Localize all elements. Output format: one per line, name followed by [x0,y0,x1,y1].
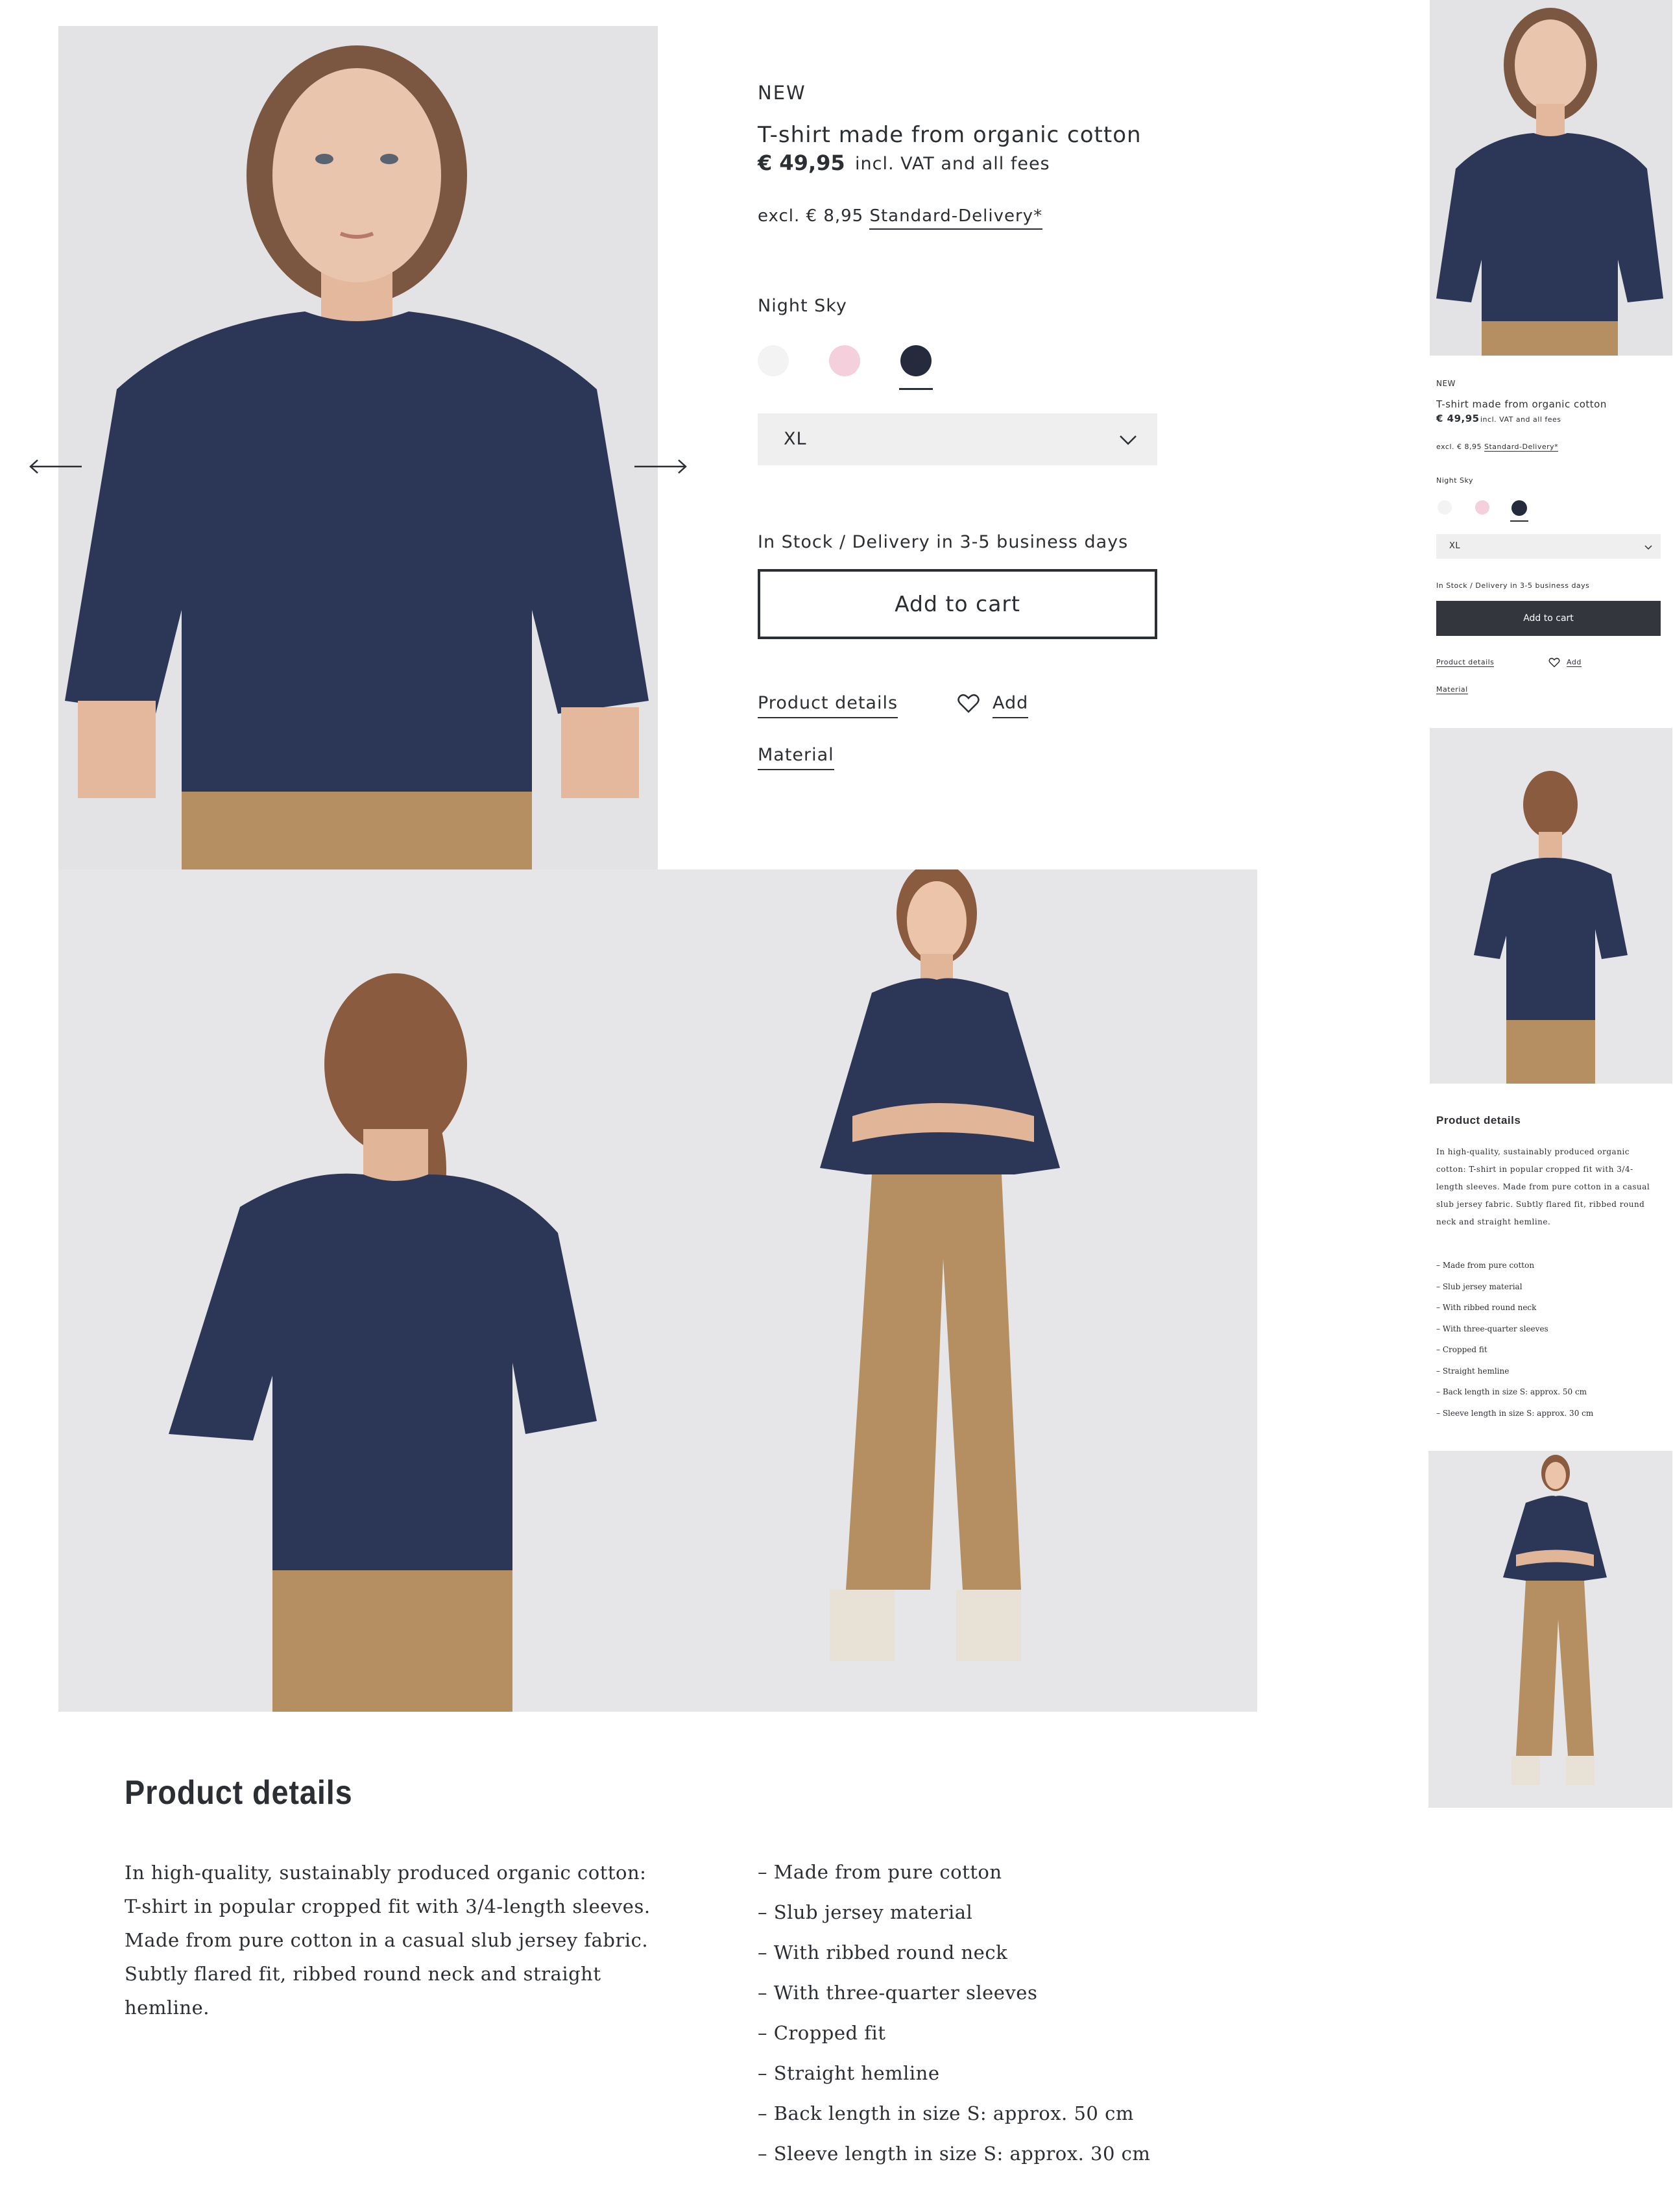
mobile-standard-delivery-link[interactable]: Standard-Delivery* [1484,443,1559,452]
mobile-product-details-link[interactable]: Product details [1436,658,1495,667]
mobile-feature-item: – Cropped fit [1436,1345,1487,1354]
wishlist-add-link[interactable]: Add [993,693,1029,718]
swatch-white[interactable] [758,345,789,376]
mobile-feature-item: – With ribbed round neck [1436,1303,1537,1312]
product-details-heading: Product details [125,1774,353,1812]
vat-note: incl. VAT and all fees [855,154,1050,174]
product-details-link[interactable]: Product details [758,693,898,718]
product-image-front [58,26,658,869]
swatch-selected-indicator [899,388,933,390]
stock-status: In Stock / Delivery in 3-5 business days [758,532,1129,552]
product-price: € 49,95 [758,151,845,175]
mobile-color-label: Night Sky [1436,476,1474,485]
mobile-new-badge: NEW [1436,379,1456,388]
mobile-details-heading: Product details [1436,1114,1521,1126]
arrow-right-icon[interactable] [633,458,688,475]
mobile-feature-item: – Slub jersey material [1436,1282,1523,1291]
mobile-wishlist-add-link[interactable]: Add [1567,658,1582,667]
mobile-swatch-night-sky[interactable] [1511,500,1527,516]
feature-item: – Sleeve length in size S: approx. 30 cm [758,2143,1151,2165]
standard-delivery-link[interactable]: Standard-Delivery* [869,206,1043,230]
mobile-feature-item: – Back length in size S: approx. 50 cm [1436,1387,1587,1396]
mobile-image-full [1428,1451,1672,1808]
mobile-vat-note: incl. VAT and all fees [1480,415,1561,424]
mobile-feature-item: – Made from pure cotton [1436,1261,1535,1270]
mobile-material-link[interactable]: Material [1436,685,1468,694]
product-details-link-wrap: Product details [758,693,898,718]
size-value: XL [784,429,807,449]
mobile-details-description: In high-quality, sustainably produced or… [1436,1147,1650,1226]
mobile-stock-status: In Stock / Delivery in 3-5 business days [1436,581,1590,590]
feature-item: – With three-quarter sleeves [758,1982,1038,2004]
swatch-pink[interactable] [829,345,860,376]
mobile-size-select[interactable]: XL [1436,534,1661,559]
mobile-heart-icon[interactable] [1548,657,1560,668]
shipping-info: excl. € 8,95 Standard-Delivery* [758,206,1043,230]
material-link[interactable]: Material [758,745,834,770]
mobile-shipping-info: excl. € 8,95 Standard-Delivery* [1436,443,1559,452]
feature-item: – Slub jersey material [758,1901,973,1923]
mobile-feature-item: – Sleeve length in size S: approx. 30 cm [1436,1408,1594,1418]
swatch-night-sky[interactable] [900,345,932,376]
product-details-description: In high-quality, sustainably produced or… [125,1862,651,2019]
mobile-swatch-pink[interactable] [1475,500,1489,515]
feature-item: – Straight hemline [758,2062,940,2084]
mobile-swatch-white[interactable] [1438,500,1452,515]
product-title: T-shirt made from organic cotton [758,122,1142,148]
chevron-down-icon [1118,430,1138,450]
mobile-swatch-selected-indicator [1510,520,1528,522]
mobile-feature-item: – With three-quarter sleeves [1436,1324,1548,1333]
mobile-image-back [1430,728,1672,1084]
selected-color-label: Night Sky [758,296,847,316]
wishlist-link-wrap: Add [993,693,1029,718]
mobile-feature-item: – Straight hemline [1436,1366,1510,1376]
feature-item: – Back length in size S: approx. 50 cm [758,2102,1134,2124]
mobile-product-price: € 49,95 [1436,413,1480,424]
material-link-wrap: Material [758,745,834,770]
product-image-full [658,869,1257,1712]
mobile-image-front [1430,0,1672,356]
add-to-cart-button[interactable]: Add to cart [758,569,1157,639]
arrow-left-icon[interactable] [29,458,83,475]
shipping-prefix: excl. € 8,95 [758,206,864,226]
product-image-back [58,869,658,1712]
mobile-shipping-prefix: excl. € 8,95 [1436,443,1482,451]
mobile-add-to-cart-button[interactable]: Add to cart [1436,601,1661,636]
product-features-list: – Made from pure cotton – Slub jersey ma… [758,1861,1150,2183]
feature-item: – With ribbed round neck [758,1941,1008,1963]
mobile-product-title: T-shirt made from organic cotton [1436,398,1607,410]
heart-icon[interactable] [957,692,980,715]
feature-item: – Made from pure cotton [758,1861,1002,1883]
mobile-chevron-down-icon [1644,542,1653,552]
mobile-features-list: – Made from pure cotton – Slub jersey ma… [1436,1255,1593,1424]
feature-item: – Cropped fit [758,2022,886,2044]
size-select[interactable]: XL [758,413,1157,465]
mobile-size-value: XL [1449,541,1461,551]
new-badge: NEW [758,82,806,104]
